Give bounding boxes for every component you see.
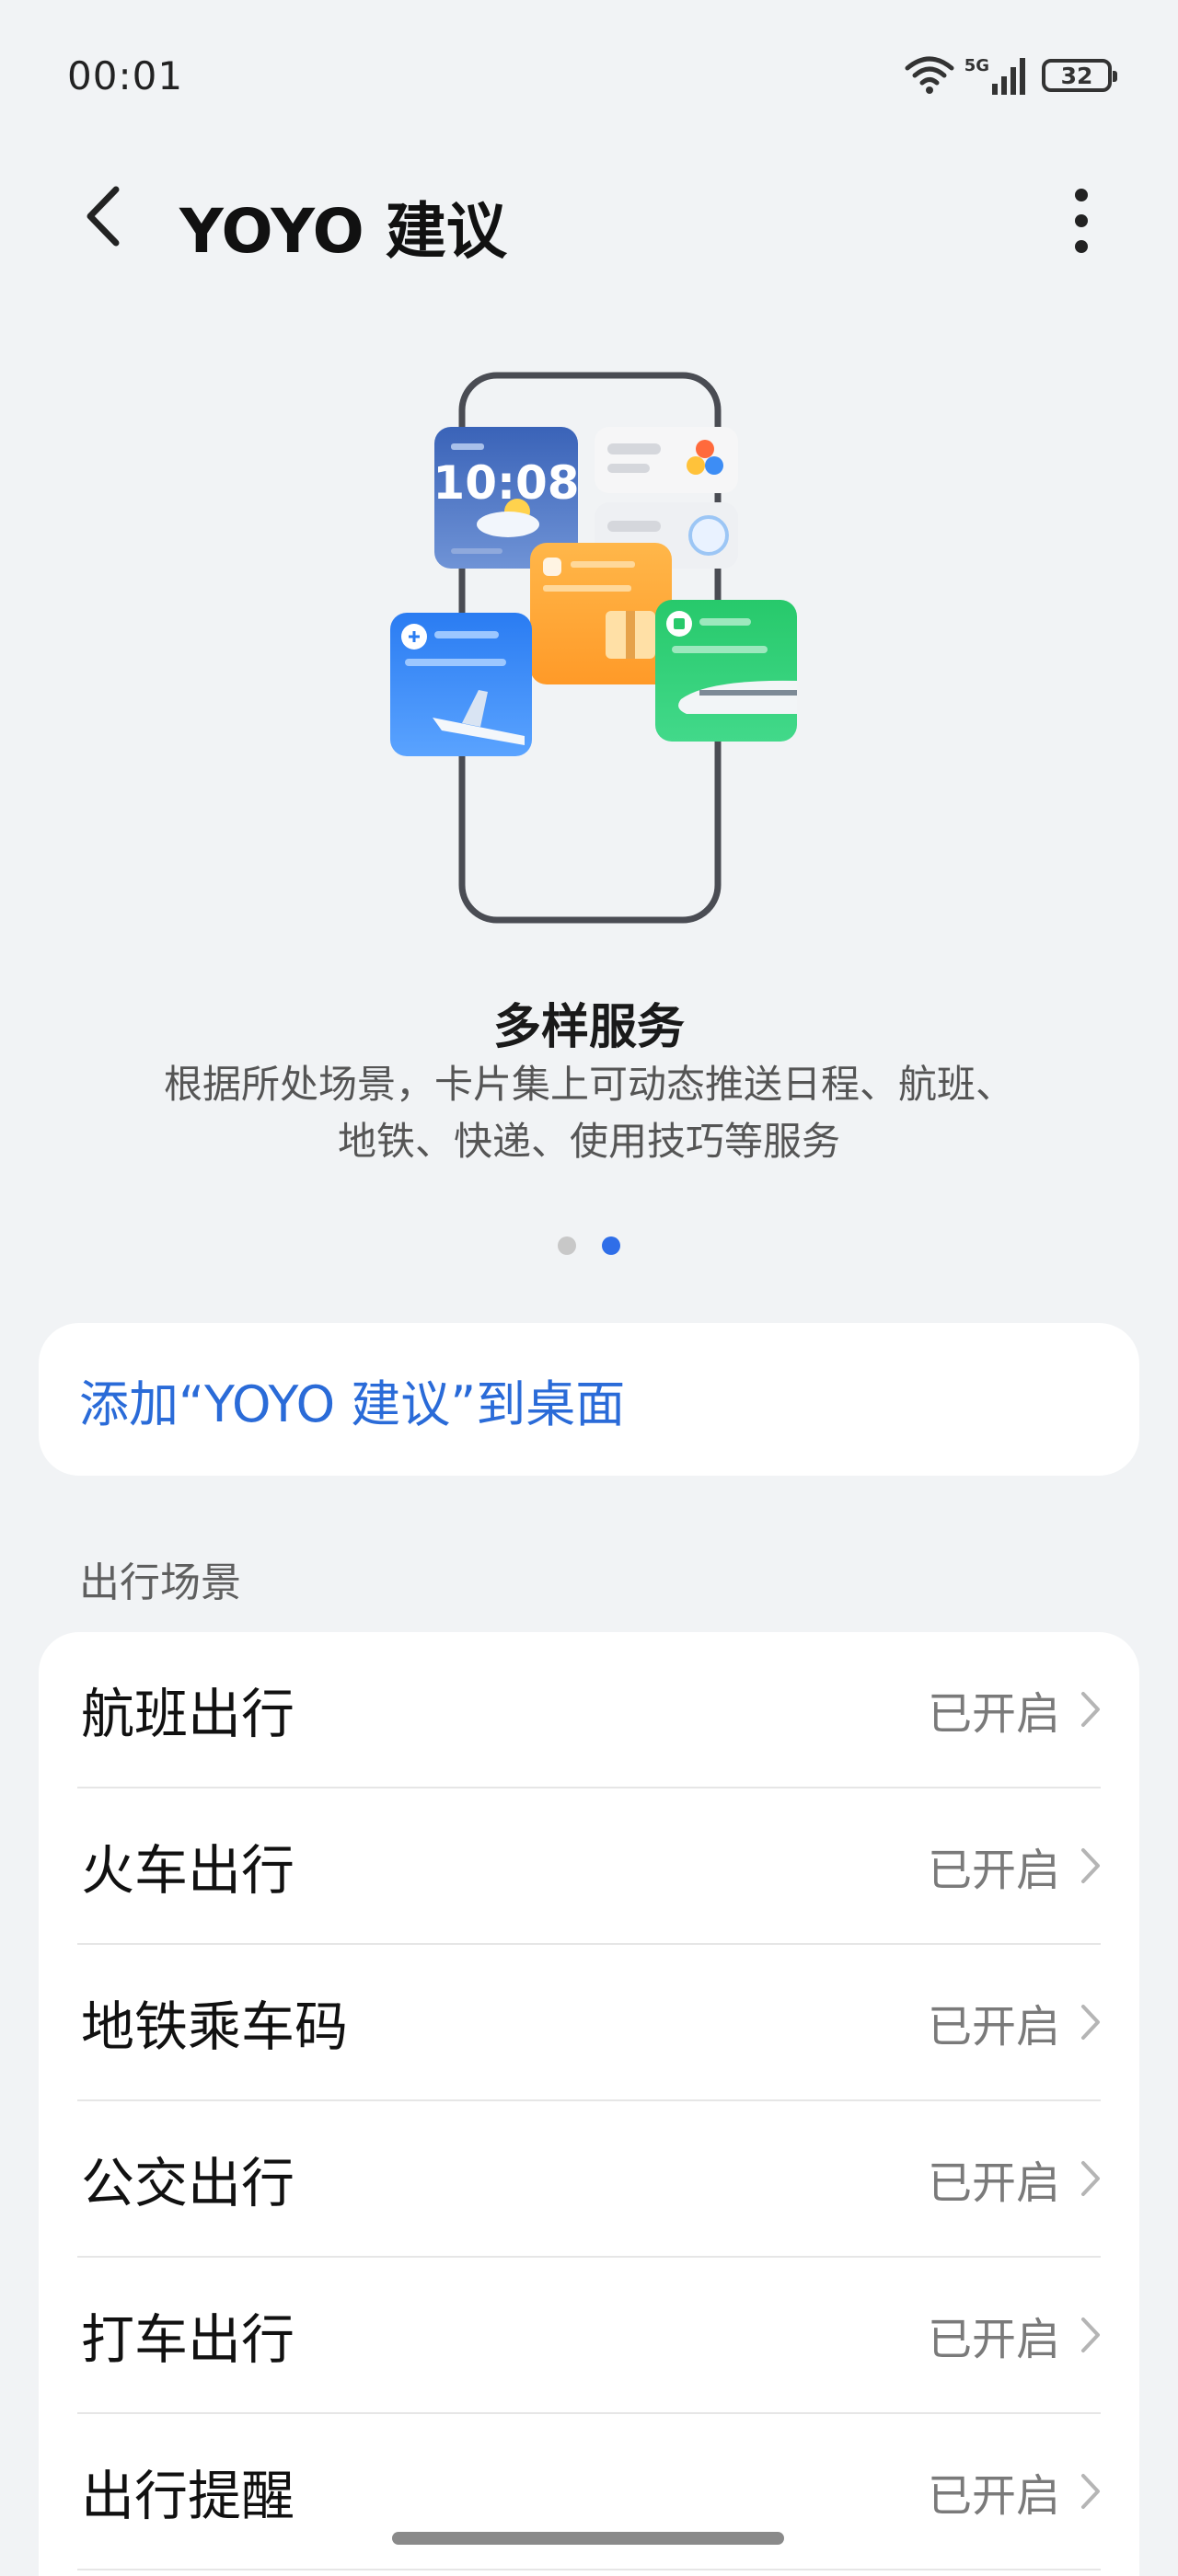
services-illustration: 10:08 bbox=[377, 359, 837, 948]
package-widget bbox=[530, 543, 672, 684]
status-time: 00:01 bbox=[67, 53, 184, 98]
list-item-status: 已开启 bbox=[927, 2157, 1060, 2209]
carousel-page-indicator[interactable] bbox=[0, 1236, 1178, 1255]
page-dot-1[interactable] bbox=[558, 1236, 576, 1255]
back-arrow-icon bbox=[87, 186, 120, 247]
list-item-status: 已开启 bbox=[927, 2314, 1060, 2365]
list-item-status: 已开启 bbox=[927, 2001, 1060, 2053]
add-to-desktop-button[interactable]: 添加“YOYO 建议”到桌面 bbox=[39, 1323, 1139, 1476]
chevron-right-icon bbox=[1080, 2160, 1101, 2197]
list-item-label: 航班出行 bbox=[81, 1683, 295, 1745]
carousel-description-line1: 根据所处场景，卡片集上可动态推送日程、航班、 bbox=[163, 1062, 1014, 1107]
back-button[interactable] bbox=[83, 175, 147, 258]
clock-widget-time: 10:08 bbox=[433, 456, 579, 510]
travel-settings-list: 航班出行 已开启 火车出行 已开启 地铁乘车码 已开启 公交出行 已开启 打车出… bbox=[39, 1632, 1139, 2576]
more-vertical-icon bbox=[1075, 189, 1088, 253]
screen: 00:01 5G 32 YOYO 建议 10:08 多样服务 根据所处场景，卡片… bbox=[0, 0, 1178, 2576]
list-item-label: 地铁乘车码 bbox=[81, 1995, 349, 2058]
chevron-right-icon bbox=[1080, 1847, 1101, 1884]
chevron-right-icon bbox=[1080, 2473, 1101, 2510]
more-options-button[interactable] bbox=[1058, 184, 1104, 258]
network-label: 5G bbox=[964, 56, 989, 75]
list-item-status: 已开启 bbox=[927, 1845, 1060, 1896]
list-item-train[interactable]: 火车出行 已开启 bbox=[77, 1788, 1101, 1945]
chevron-right-icon bbox=[1080, 2004, 1101, 2041]
status-icons: 5G 32 bbox=[904, 55, 1117, 96]
list-item-status: 已开启 bbox=[927, 1688, 1060, 1740]
flight-widget bbox=[390, 613, 532, 756]
carousel-description: 根据所处场景，卡片集上可动态推送日程、航班、 地铁、快递、使用技巧等服务 bbox=[92, 1056, 1086, 1170]
carousel-description-line2: 地铁、快递、使用技巧等服务 bbox=[337, 1119, 840, 1164]
carousel-title: 多样服务 bbox=[492, 1000, 685, 1055]
page-title: YOYO 建议 bbox=[179, 196, 507, 267]
wifi-icon bbox=[905, 56, 954, 94]
list-item-label: 打车出行 bbox=[81, 2308, 295, 2371]
list-item-label: 公交出行 bbox=[81, 2152, 295, 2214]
add-to-desktop-label: 添加“YOYO 建议”到桌面 bbox=[79, 1374, 626, 1433]
app-card-widget bbox=[595, 427, 738, 493]
list-item-label: 出行提醒 bbox=[81, 2465, 295, 2527]
battery-icon: 32 bbox=[1042, 59, 1117, 92]
list-item-metro-code[interactable]: 地铁乘车码 已开启 bbox=[77, 1945, 1101, 2101]
train-widget bbox=[655, 600, 797, 742]
page-dot-2[interactable] bbox=[602, 1236, 620, 1255]
section-header-travel: 出行场景 bbox=[79, 1559, 241, 1606]
list-item-flight[interactable]: 航班出行 已开启 bbox=[77, 1632, 1101, 1788]
list-item-taxi[interactable]: 打车出行 已开启 bbox=[77, 2258, 1101, 2414]
list-item-status: 已开启 bbox=[927, 2470, 1060, 2522]
list-item-travel-reminder[interactable]: 出行提醒 已开启 bbox=[77, 2414, 1101, 2570]
list-item-label: 火车出行 bbox=[81, 1839, 295, 1902]
battery-level: 32 bbox=[1060, 62, 1093, 89]
signal-5g-icon: 5G bbox=[964, 56, 1029, 95]
chevron-right-icon bbox=[1080, 2317, 1101, 2353]
home-indicator[interactable] bbox=[392, 2532, 784, 2545]
chevron-right-icon bbox=[1080, 1691, 1101, 1728]
list-item-bus[interactable]: 公交出行 已开启 bbox=[77, 2101, 1101, 2258]
